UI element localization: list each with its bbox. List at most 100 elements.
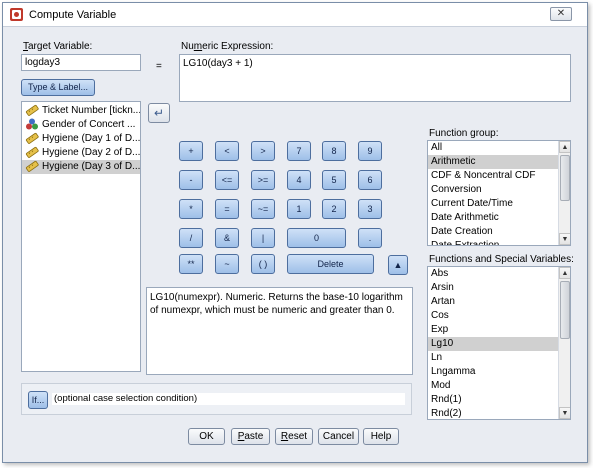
up-arrow-icon: ▲ [393, 260, 403, 270]
function-group-label: Function group: [429, 128, 499, 139]
functions-scrollbar[interactable]: ▲ ▼ [558, 267, 570, 419]
keypad-key[interactable]: 9 [358, 141, 382, 161]
close-button[interactable]: ✕ [550, 7, 572, 21]
ruler-icon [25, 133, 39, 145]
function-item[interactable]: Artan [428, 295, 558, 309]
variable-list-item[interactable]: Hygiene (Day 1 of D... [22, 132, 140, 146]
function-group-item[interactable]: Arithmetic [428, 155, 558, 169]
variable-list[interactable]: Ticket Number [tickn... Gender of Concert… [21, 101, 141, 372]
variable-list-item[interactable]: Ticket Number [tickn... [22, 104, 140, 118]
function-group-item[interactable]: CDF & Noncentral CDF [428, 169, 558, 183]
ok-button[interactable]: OK [188, 428, 225, 445]
variable-label: Gender of Concert ... [42, 119, 136, 130]
keypad-key[interactable]: ~= [251, 199, 275, 219]
nominal-circles-icon [26, 118, 38, 130]
variable-label: Hygiene (Day 2 of D... [42, 147, 140, 158]
function-group-item[interactable]: Date Creation [428, 225, 558, 239]
keypad-key[interactable]: 3 [358, 199, 382, 219]
close-icon: ✕ [556, 8, 566, 19]
type-and-label-button[interactable]: Type & Label... [21, 79, 95, 96]
scroll-up-icon[interactable]: ▲ [559, 141, 570, 153]
keypad-key[interactable]: 7 [287, 141, 311, 161]
function-group-item[interactable]: Conversion [428, 183, 558, 197]
function-item[interactable]: Abs [428, 267, 558, 281]
keypad-key[interactable]: * [179, 199, 203, 219]
keypad-key[interactable]: 8 [322, 141, 346, 161]
numeric-expression-input[interactable]: LG10(day3 + 1) [179, 54, 571, 102]
keypad-key[interactable]: 1 [287, 199, 311, 219]
scroll-down-icon[interactable]: ▼ [559, 233, 570, 245]
app-icon [10, 8, 23, 21]
keypad-key[interactable]: <= [215, 170, 239, 190]
transfer-arrow-icon: ↵ [153, 106, 165, 120]
variable-list-item[interactable]: Gender of Concert ... [22, 118, 140, 132]
functions-label: Functions and Special Variables: [429, 254, 574, 265]
functions-items: Abs Arsin Artan Cos Exp Lg10 Ln Lngamma Mod Rnd(1… [428, 267, 558, 419]
function-description: LG10(numexpr). Numeric. Returns the base… [146, 287, 413, 375]
keypad-key[interactable]: < [215, 141, 239, 161]
if-button[interactable]: If... [28, 391, 48, 409]
variable-label: Hygiene (Day 1 of D... [42, 133, 140, 144]
keypad-key[interactable]: ~ [215, 254, 239, 274]
function-item[interactable]: Arsin [428, 281, 558, 295]
keypad-key[interactable]: ** [179, 254, 203, 274]
keypad-key[interactable]: / [179, 228, 203, 248]
keypad-key[interactable]: = [215, 199, 239, 219]
keypad-key[interactable]: 4 [287, 170, 311, 190]
delete-button[interactable]: Delete [287, 254, 374, 274]
variable-label: Hygiene (Day 3 of D... [42, 161, 140, 172]
function-group-scrollbar[interactable]: ▲ ▼ [558, 141, 570, 245]
function-item[interactable]: Lngamma [428, 365, 558, 379]
calculator-keypad: + < >7 8 9 - <= >= 4 5 6 * = ~= 1 2 3 /& | 0. ** ~ ( ) Delete [179, 141, 382, 275]
ruler-icon [25, 161, 39, 173]
function-item[interactable]: Rnd(1) [428, 393, 558, 407]
window-title: Compute Variable [29, 9, 117, 21]
keypad-key[interactable]: 5 [322, 170, 346, 190]
function-item[interactable]: Mod [428, 379, 558, 393]
keypad-key[interactable]: >= [251, 170, 275, 190]
function-item[interactable]: Cos [428, 309, 558, 323]
function-group-item[interactable]: All [428, 141, 558, 155]
reset-button[interactable]: Reset [275, 428, 313, 445]
function-group-item[interactable]: Current Date/Time [428, 197, 558, 211]
scroll-down-icon[interactable]: ▼ [559, 407, 570, 419]
help-button[interactable]: Help [363, 428, 399, 445]
keypad-key[interactable]: > [251, 141, 275, 161]
keypad-key[interactable]: - [179, 170, 203, 190]
keypad-key[interactable]: | [251, 228, 275, 248]
function-group-list[interactable]: All Arithmetic CDF & Noncentral CDF Convers… [427, 140, 571, 246]
insert-function-button[interactable]: ▲ [388, 255, 408, 275]
cancel-button[interactable]: Cancel [318, 428, 359, 445]
scroll-up-icon[interactable]: ▲ [559, 267, 570, 279]
target-variable-label: Target Variable: [23, 41, 93, 52]
keypad-key[interactable]: & [215, 228, 239, 248]
title-bar: Compute Variable ✕ [3, 3, 587, 27]
keypad-key[interactable]: 6 [358, 170, 382, 190]
target-variable-value: logday3 [25, 57, 61, 68]
function-group-item[interactable]: Date Extraction [428, 239, 558, 245]
function-description-text: LG10(numexpr). Numeric. Returns the base… [150, 292, 403, 316]
variable-label: Ticket Number [tickn... [42, 105, 140, 116]
variable-list-item[interactable]: Hygiene (Day 2 of D... [22, 146, 140, 160]
function-item[interactable]: Lg10 [428, 337, 558, 351]
keypad-key[interactable]: + [179, 141, 203, 161]
function-group-items: All Arithmetic CDF & Noncentral CDF Convers… [428, 141, 558, 245]
function-item[interactable]: Exp [428, 323, 558, 337]
function-group-item[interactable]: Date Arithmetic [428, 211, 558, 225]
scroll-thumb[interactable] [560, 281, 570, 339]
functions-list[interactable]: Abs Arsin Artan Cos Exp Lg10 Ln Lngamma Mod Rnd(1… [427, 266, 571, 420]
keypad-key[interactable]: ( ) [251, 254, 275, 274]
ruler-icon [25, 147, 39, 159]
transfer-arrow-button[interactable]: ↵ [148, 103, 170, 123]
keypad-key[interactable]: . [358, 228, 382, 248]
if-section: If... (optional case selection condition… [21, 383, 412, 415]
paste-button[interactable]: Paste [231, 428, 270, 445]
keypad-key[interactable]: 0 [287, 228, 346, 248]
function-item[interactable]: Rnd(2) [428, 407, 558, 419]
keypad-key[interactable]: 2 [322, 199, 346, 219]
numeric-expression-label: Numeric Expression: [181, 41, 274, 52]
target-variable-input[interactable]: logday3 [21, 54, 141, 71]
function-item[interactable]: Ln [428, 351, 558, 365]
variable-list-item[interactable]: Hygiene (Day 3 of D... [22, 160, 140, 174]
scroll-thumb[interactable] [560, 155, 570, 201]
